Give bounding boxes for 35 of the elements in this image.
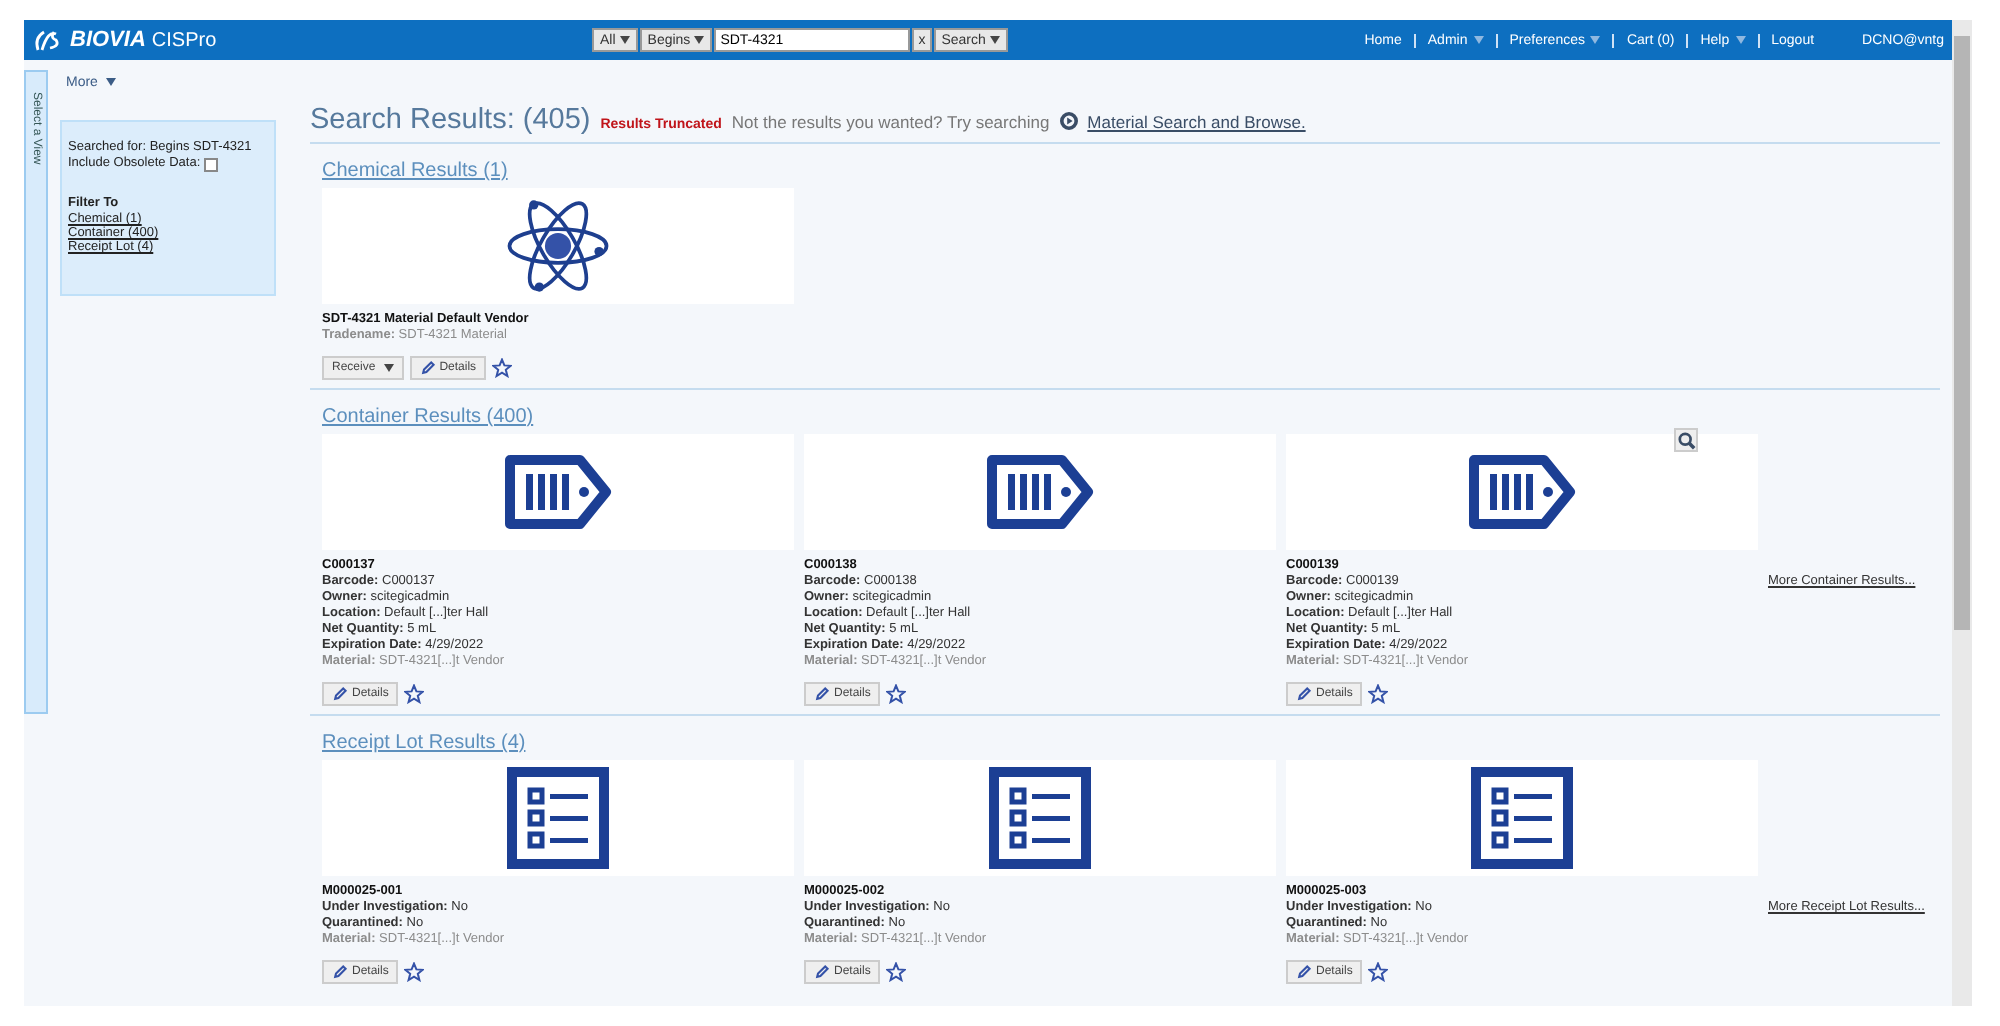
star-icon[interactable]	[492, 358, 513, 378]
pencil-icon	[332, 964, 348, 980]
tag-icon	[1468, 454, 1576, 530]
tag-icon	[504, 454, 612, 530]
results-title: Search Results: (405)	[310, 104, 591, 136]
star-icon[interactable]	[1368, 684, 1389, 704]
tag-icon	[986, 454, 1094, 530]
material-search-link[interactable]: Material Search and Browse.	[1087, 112, 1306, 132]
pencil-icon	[814, 686, 830, 702]
caret-icon	[989, 35, 1000, 44]
arrow-circle-icon	[1059, 111, 1078, 129]
checklist-icon	[1470, 766, 1574, 870]
checklist-icon	[506, 766, 610, 870]
star-icon[interactable]	[404, 962, 425, 982]
pencil-icon	[419, 360, 436, 376]
zoom-button[interactable]	[1674, 428, 1698, 452]
star-icon[interactable]	[886, 962, 907, 982]
caret-icon	[694, 35, 705, 44]
logo-icon	[32, 26, 64, 54]
star-icon[interactable]	[1368, 962, 1389, 982]
scrollbar[interactable]	[1952, 20, 1972, 1006]
pencil-icon	[1296, 964, 1312, 980]
star-icon[interactable]	[886, 684, 907, 704]
caret-icon	[105, 78, 116, 87]
checklist-icon	[988, 766, 1092, 870]
pencil-icon	[332, 686, 348, 702]
obsolete-checkbox[interactable]	[204, 157, 219, 171]
star-icon[interactable]	[404, 684, 425, 704]
caret-icon	[619, 35, 630, 44]
product-name: CISPro	[151, 29, 217, 51]
brand-name: BIOVIA	[70, 28, 146, 52]
pencil-icon	[1296, 686, 1312, 702]
caret-icon	[383, 364, 394, 372]
pencil-icon	[814, 964, 830, 980]
hint-text: Not the results you wanted? Try searching	[731, 112, 1050, 132]
